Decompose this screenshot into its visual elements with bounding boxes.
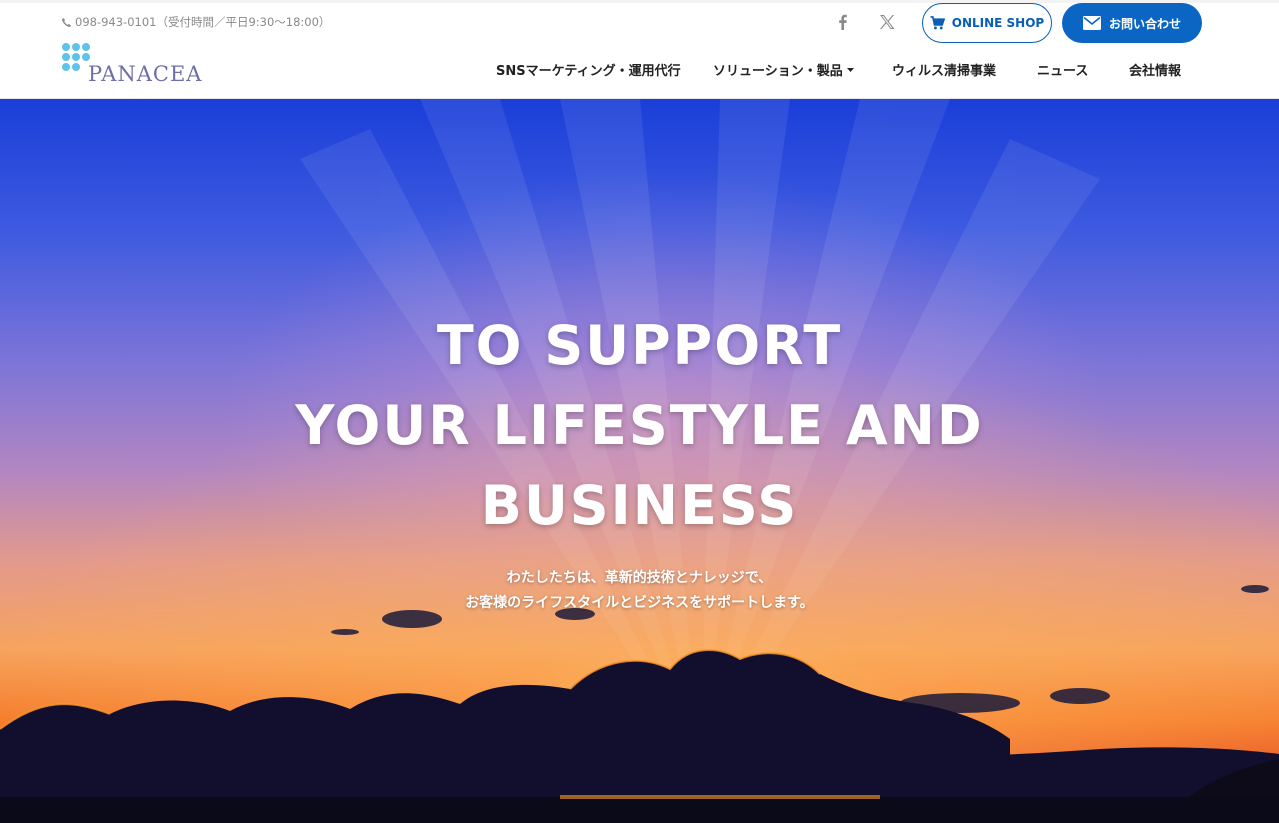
nav-company[interactable]: 会社情報 xyxy=(1129,60,1181,79)
x-icon xyxy=(880,15,895,29)
contact-button[interactable]: お問い合わせ xyxy=(1062,3,1202,43)
contact-label: お問い合わせ xyxy=(1108,16,1181,31)
site-header: 098-943-0101（受付時間／平日9:30〜18:00） PANACEA … xyxy=(0,0,1279,99)
mail-icon xyxy=(1082,16,1101,30)
hero-title-line: TO SUPPORT xyxy=(436,314,843,377)
facebook-icon xyxy=(839,14,847,30)
phone-text: 098-943-0101（受付時間／平日9:30〜18:00） xyxy=(75,15,331,29)
nav-solutions[interactable]: ソリューション・製品 xyxy=(713,60,854,79)
hero-title: TO SUPPORT YOUR LIFESTYLE AND BUSINESS xyxy=(0,306,1279,546)
x-link[interactable] xyxy=(876,11,898,33)
nav-sns-marketing[interactable]: SNSマーケティング・運用代行 xyxy=(496,60,681,79)
facebook-link[interactable] xyxy=(832,11,854,33)
nav-news[interactable]: ニュース xyxy=(1037,60,1088,79)
online-shop-button[interactable]: ONLINE SHOP xyxy=(922,3,1052,43)
nav-label: ニュース xyxy=(1037,64,1089,79)
hero-title-line: BUSINESS xyxy=(480,474,799,537)
caret-down-icon xyxy=(846,67,854,72)
logo-text: PANACEA xyxy=(88,62,203,86)
hero-subtitle-line: お客様のライフスタイルとビジネスをサポートします。 xyxy=(465,595,814,611)
nav-label: ウィルス清掃事業 xyxy=(892,64,997,79)
hero-section: TO SUPPORT YOUR LIFESTYLE AND BUSINESS わ… xyxy=(0,99,1279,823)
cart-icon xyxy=(930,16,945,30)
online-shop-label: ONLINE SHOP xyxy=(951,16,1045,30)
logo[interactable]: PANACEA xyxy=(61,42,221,86)
phone-icon xyxy=(62,17,71,27)
hero-subtitle: わたしたちは、革新的技術とナレッジで、 お客様のライフスタイルとビジネスをサポー… xyxy=(0,566,1279,616)
hero-subtitle-line: わたしたちは、革新的技術とナレッジで、 xyxy=(506,570,773,586)
phone-info: 098-943-0101（受付時間／平日9:30〜18:00） xyxy=(61,14,330,30)
nav-label: 会社情報 xyxy=(1129,64,1182,79)
nav-label: ソリューション・製品 xyxy=(713,64,843,79)
nav-virus-cleaning[interactable]: ウィルス清掃事業 xyxy=(892,60,996,79)
hero-title-line: YOUR LIFESTYLE AND xyxy=(295,394,984,457)
nav-label: SNSマーケティング・運用代行 xyxy=(496,64,681,79)
